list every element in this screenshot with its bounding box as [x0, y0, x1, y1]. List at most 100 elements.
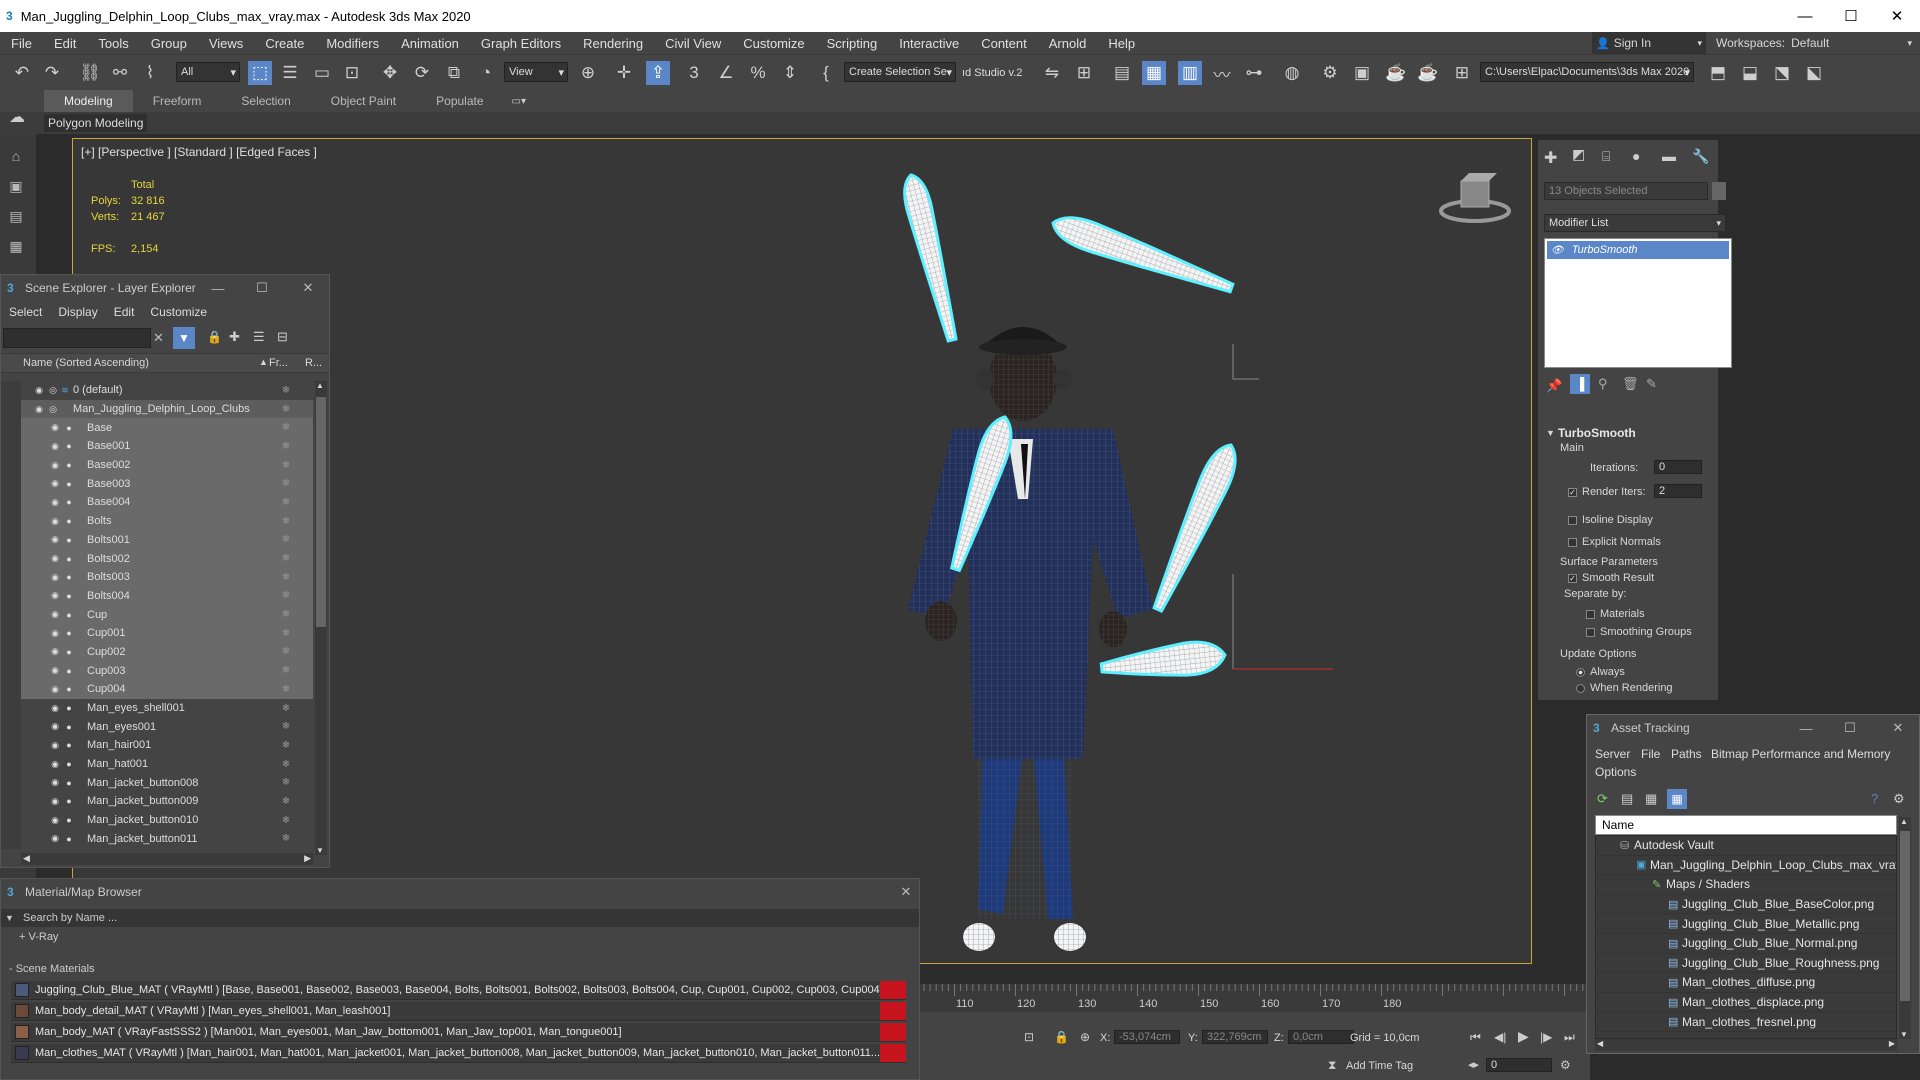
object-dot-icon[interactable]: ●: [63, 684, 75, 694]
scene-explorer-hscrollbar[interactable]: ◀ ▶: [21, 853, 313, 865]
menu-civil-view[interactable]: Civil View: [654, 36, 732, 51]
sign-in-dropdown[interactable]: 👤 Sign In ▾: [1592, 32, 1706, 54]
object-dot-icon[interactable]: ●: [63, 572, 75, 582]
explicit-normals-checkbox[interactable]: Explicit Normals: [1568, 536, 1661, 548]
selection-filter-dropdown[interactable]: All ▾: [176, 62, 240, 82]
material-row[interactable]: Man_body_detail_MAT ( VRayMtl ) [Man_eye…: [11, 1002, 906, 1021]
freeze-icon[interactable]: ❄: [279, 703, 293, 714]
eye-icon[interactable]: ◉: [49, 553, 61, 564]
render-toggle-icon[interactable]: ◎: [47, 404, 59, 415]
freeze-icon[interactable]: ❄: [279, 534, 293, 545]
object-row[interactable]: ◉ ● Bolts001 ❄: [21, 530, 313, 550]
next-frame-icon[interactable]: |▶: [1540, 1030, 1552, 1044]
tab-freeform[interactable]: Freeform: [133, 90, 222, 112]
asset-row[interactable]: ▤ Juggling_Club_Blue_Roughness.png: [1596, 954, 1896, 974]
scroll-down-icon[interactable]: ▼: [316, 846, 324, 855]
x-coord-field[interactable]: -53,074cm: [1114, 1030, 1180, 1044]
freeze-icon[interactable]: ❄: [279, 478, 293, 489]
curve-editor-icon[interactable]: 〰: [1210, 61, 1234, 85]
rendered-frame-window-icon[interactable]: ▣: [1350, 61, 1374, 85]
freeze-icon[interactable]: ❄: [279, 796, 293, 807]
layout-grid-icon[interactable]: ▦: [4, 234, 28, 258]
render-toggle-icon[interactable]: ◎: [47, 385, 59, 396]
bind-space-warp-icon[interactable]: ⌇: [138, 61, 162, 85]
align-icon[interactable]: ⊞: [1072, 61, 1096, 85]
edit-named-selection-icon[interactable]: {: [814, 61, 838, 85]
eye-icon[interactable]: ◉: [33, 404, 45, 415]
layout-icon[interactable]: ⌂: [4, 144, 28, 168]
maximize-button[interactable]: ☐: [253, 279, 271, 297]
eye-icon[interactable]: ◉: [49, 590, 61, 601]
menu-tools[interactable]: Tools: [87, 36, 139, 51]
object-row[interactable]: ◉ ● Cup001 ❄: [21, 623, 313, 643]
object-dot-icon[interactable]: ●: [63, 610, 75, 620]
isoline-display-checkbox[interactable]: Isoline Display: [1568, 514, 1653, 526]
workspaces-selector[interactable]: Workspaces: Default ▾: [1716, 32, 1916, 54]
layer-row[interactable]: ◉ ◎ ≋ 0 (default) ❄: [21, 381, 313, 400]
juggling-club-5[interactable]: [1099, 639, 1227, 684]
layout-list-icon[interactable]: ▤: [4, 204, 28, 228]
menu-modifiers[interactable]: Modifiers: [315, 36, 390, 51]
motion-tab-icon[interactable]: ●: [1632, 148, 1640, 164]
object-row[interactable]: ◉ ● Cup ❄: [21, 605, 313, 624]
se-menu-customize[interactable]: Customize: [142, 305, 215, 319]
at-menu-bitmap-performance[interactable]: Bitmap Performance and Memory: [1711, 747, 1890, 761]
help-icon[interactable]: ?: [1871, 791, 1878, 806]
freeze-icon[interactable]: ❄: [279, 385, 293, 396]
project-folder-dropdown[interactable]: C:\Users\Elpac\Documents\3ds Max 2020 ▾: [1480, 62, 1694, 82]
man-figure[interactable]: [908, 327, 1153, 951]
time-configuration-icon[interactable]: ⚙: [1560, 1058, 1571, 1072]
at-menu-file[interactable]: File: [1641, 747, 1660, 761]
modify-tab-icon[interactable]: ◩: [1572, 146, 1594, 168]
column-render-header[interactable]: R...: [305, 357, 322, 369]
object-row[interactable]: ◉ ● Cup004 ❄: [21, 680, 313, 699]
freeze-icon[interactable]: ❄: [279, 665, 293, 676]
select-object-icon[interactable]: ⬚: [248, 61, 272, 85]
object-row[interactable]: ◉ ● Man_jacket_button010 ❄: [21, 811, 313, 830]
absolute-mode-icon[interactable]: ⊕: [1080, 1030, 1090, 1044]
ribbon-options-icon[interactable]: ▭▾: [512, 96, 526, 107]
menu-create[interactable]: Create: [254, 36, 315, 51]
key-mode-icon[interactable]: ◂▸: [1468, 1058, 1479, 1071]
eye-icon[interactable]: ◉: [49, 777, 61, 788]
eye-icon[interactable]: ◉: [49, 422, 61, 433]
object-row[interactable]: ◉ ● Bolts ❄: [21, 511, 313, 531]
scrollbar-thumb[interactable]: [1900, 831, 1910, 1001]
object-dot-icon[interactable]: ●: [63, 647, 75, 657]
layer-row[interactable]: ▼◉◎Man_Juggling_Delphin_Loop_Clubs❄: [21, 399, 313, 419]
eye-icon[interactable]: ◉: [49, 721, 61, 732]
render-iters-spinner[interactable]: 2: [1654, 484, 1702, 498]
select-by-name-icon[interactable]: ☰: [278, 61, 302, 85]
eye-icon[interactable]: ◉: [49, 833, 61, 844]
freeze-icon[interactable]: ❄: [279, 628, 293, 639]
object-row[interactable]: ◉ ● Base ❄: [21, 418, 313, 438]
juggling-club-1[interactable]: [899, 172, 964, 343]
modifier-stack[interactable]: 👁 TurboSmooth: [1544, 238, 1732, 368]
eye-icon[interactable]: ◉: [49, 703, 61, 714]
scene-explorer-titlebar[interactable]: 3 Scene Explorer - Layer Explorer — ☐ ✕: [1, 275, 329, 301]
object-row[interactable]: ◉ ● Base002 ❄: [21, 455, 313, 475]
menu-arnold[interactable]: Arnold: [1038, 36, 1098, 51]
scroll-down-icon[interactable]: ▼: [1900, 1030, 1908, 1039]
render-setup-icon[interactable]: ⚙: [1318, 61, 1342, 85]
eye-icon[interactable]: ◉: [49, 665, 61, 676]
object-row[interactable]: ◉ ● Man_hair001 ❄: [21, 736, 313, 755]
smooth-result-checkbox[interactable]: ✓ Smooth Result: [1568, 572, 1654, 584]
object-row[interactable]: ◉ ● Man_jacket_button009 ❄: [21, 792, 313, 811]
freeze-icon[interactable]: ❄: [279, 777, 293, 788]
scene-explorer-scrollbar[interactable]: ▲ ▼: [315, 381, 327, 855]
freeze-icon[interactable]: ❄: [279, 759, 293, 770]
link-icon[interactable]: ⛓: [78, 61, 102, 85]
iterations-spinner[interactable]: 0: [1654, 460, 1702, 474]
asset-row[interactable]: ▤ Juggling_Club_Blue_Metallic.png: [1596, 914, 1896, 934]
maximize-button[interactable]: ☐: [1841, 719, 1859, 737]
freeze-icon[interactable]: ❄: [279, 422, 293, 433]
eye-icon[interactable]: ◉: [49, 628, 61, 639]
timeline-track[interactable]: 110 120 130 140 150 160 170 180: [920, 984, 1590, 1012]
freeze-icon[interactable]: ❄: [279, 833, 293, 844]
keyboard-shortcut-override-icon[interactable]: ⇪: [646, 61, 670, 85]
se-menu-edit[interactable]: Edit: [106, 305, 143, 319]
toggle-layer-explorer-icon[interactable]: ▦: [1142, 61, 1166, 85]
named-selection-sets-dropdown[interactable]: Create Selection Se ▾: [844, 62, 956, 82]
previous-frame-icon[interactable]: ◀|: [1494, 1030, 1506, 1044]
